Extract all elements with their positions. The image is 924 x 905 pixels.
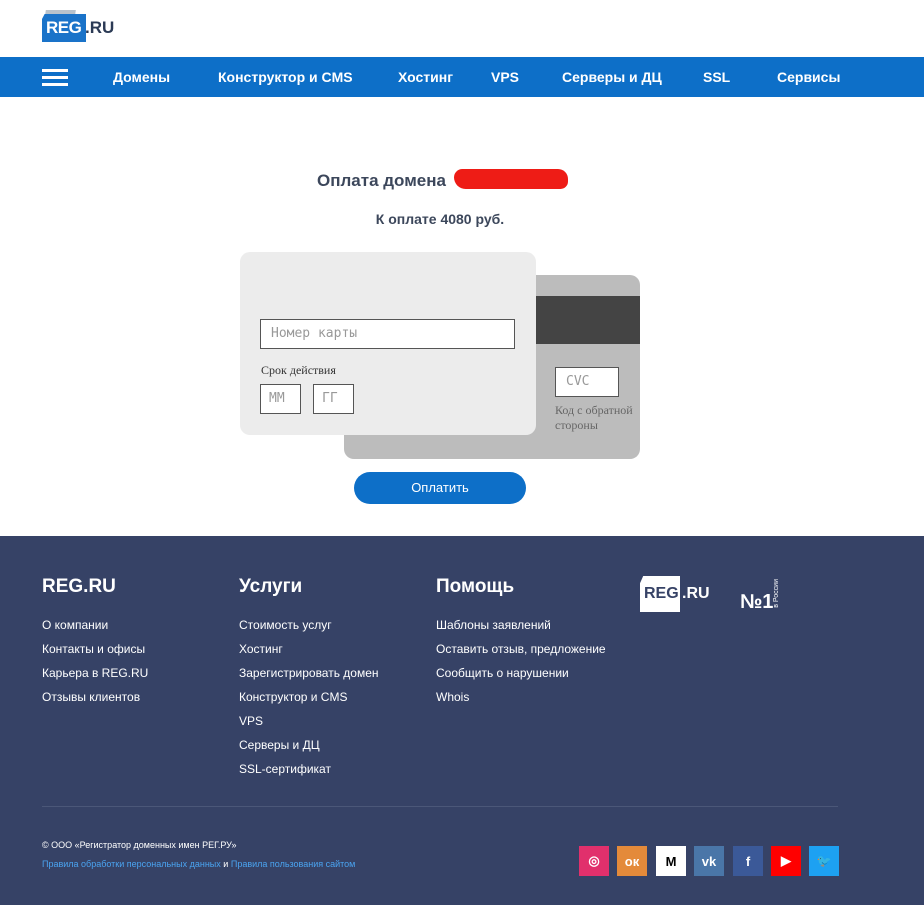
number-one-badge: №1в России: [740, 579, 780, 614]
vk-icon[interactable]: vk: [694, 846, 724, 876]
footer-column-company: REG.RU О компании Контакты и офисы Карье…: [42, 576, 148, 709]
nav-item-vps[interactable]: VPS: [491, 69, 519, 85]
footer-column-services: Услуги Стоимость услуг Хостинг Зарегистр…: [239, 576, 379, 781]
footer-link[interactable]: Отзывы клиентов: [42, 685, 148, 709]
footer-heading: REG.RU: [42, 576, 116, 597]
footer-link[interactable]: Карьера в REG.RU: [42, 661, 148, 685]
footer-link[interactable]: Whois: [436, 685, 606, 709]
footer-link[interactable]: Шаблоны заявлений: [436, 613, 606, 637]
nav-item-services[interactable]: Сервисы: [777, 69, 840, 85]
footer-link[interactable]: Конструктор и CMS: [239, 685, 379, 709]
footer-logo-mark: REG: [640, 576, 680, 612]
logo-text: REG: [42, 14, 86, 42]
page-title: Оплата домена: [317, 171, 446, 190]
policy-links: Правила обработки персональных данных и …: [42, 859, 355, 869]
badge-number: №1: [740, 590, 774, 613]
main-navigation: Домены Конструктор и CMS Хостинг VPS Сер…: [0, 57, 924, 97]
footer-link[interactable]: Контакты и офисы: [42, 637, 148, 661]
footer-column-help: Помощь Шаблоны заявлений Оставить отзыв,…: [436, 576, 606, 709]
instagram-icon[interactable]: ◎: [579, 846, 609, 876]
payment-section: Оплата домена К оплате 4080 руб. CVC Код…: [0, 97, 924, 536]
footer-link[interactable]: Оставить отзыв, предложение: [436, 637, 606, 661]
terms-link[interactable]: Правила пользования сайтом: [231, 859, 356, 869]
reg-ru-logo[interactable]: REG .RU: [42, 10, 114, 44]
footer-link[interactable]: Хостинг: [239, 637, 379, 661]
footer-heading: Помощь: [436, 576, 515, 597]
pay-button[interactable]: Оплатить: [354, 472, 526, 504]
site-footer: REG.RU О компании Контакты и офисы Карье…: [0, 536, 924, 905]
nav-item-hosting[interactable]: Хостинг: [398, 69, 453, 85]
twitter-icon[interactable]: 🐦: [809, 846, 839, 876]
footer-heading: Услуги: [239, 576, 303, 597]
footer-logo-suffix: .RU: [682, 585, 710, 602]
logo-suffix: .RU: [85, 18, 115, 37]
cvc-input[interactable]: CVC: [555, 367, 619, 397]
expiry-label: Срок действия: [261, 363, 336, 377]
footer-logo[interactable]: REG .RU: [640, 576, 710, 612]
footer-link[interactable]: SSL-сертификат: [239, 757, 379, 781]
policy-and: и: [223, 859, 229, 869]
nav-item-ssl[interactable]: SSL: [703, 69, 730, 85]
nav-item-servers-dc[interactable]: Серверы и ДЦ: [562, 69, 662, 85]
copyright: © ООО «Регистратор доменных имен РЕГ.РУ»: [42, 840, 237, 850]
payment-amount: К оплате 4080 руб.: [375, 211, 505, 227]
facebook-icon[interactable]: f: [733, 846, 763, 876]
footer-link[interactable]: Зарегистрировать домен: [239, 661, 379, 685]
footer-link[interactable]: Сообщить о нарушении: [436, 661, 606, 685]
logo-mark: REG: [42, 10, 86, 44]
cvc-hint: Код с обратной стороны: [555, 403, 633, 432]
footer-divider: [42, 806, 838, 807]
card-front: Номер карты Срок действия ММ ГГ: [240, 252, 536, 435]
hamburger-menu-icon[interactable]: [42, 69, 68, 86]
footer-link[interactable]: О компании: [42, 613, 148, 637]
expiry-month-input[interactable]: ММ: [260, 384, 301, 414]
site-header: REG .RU: [0, 0, 924, 57]
medium-icon[interactable]: M: [656, 846, 686, 876]
nav-item-domains[interactable]: Домены: [113, 69, 170, 85]
footer-link[interactable]: Серверы и ДЦ: [239, 733, 379, 757]
footer-link[interactable]: VPS: [239, 709, 379, 733]
nav-item-constructor-cms[interactable]: Конструктор и CMS: [218, 69, 353, 85]
badge-text: в России: [773, 579, 781, 608]
youtube-icon[interactable]: ▶: [771, 846, 801, 876]
redacted-domain-mark: [454, 169, 568, 189]
card-number-input[interactable]: Номер карты: [260, 319, 515, 349]
expiry-year-input[interactable]: ГГ: [313, 384, 354, 414]
privacy-policy-link[interactable]: Правила обработки персональных данных: [42, 859, 221, 869]
footer-link[interactable]: Стоимость услуг: [239, 613, 379, 637]
odnoklassniki-icon[interactable]: ок: [617, 846, 647, 876]
